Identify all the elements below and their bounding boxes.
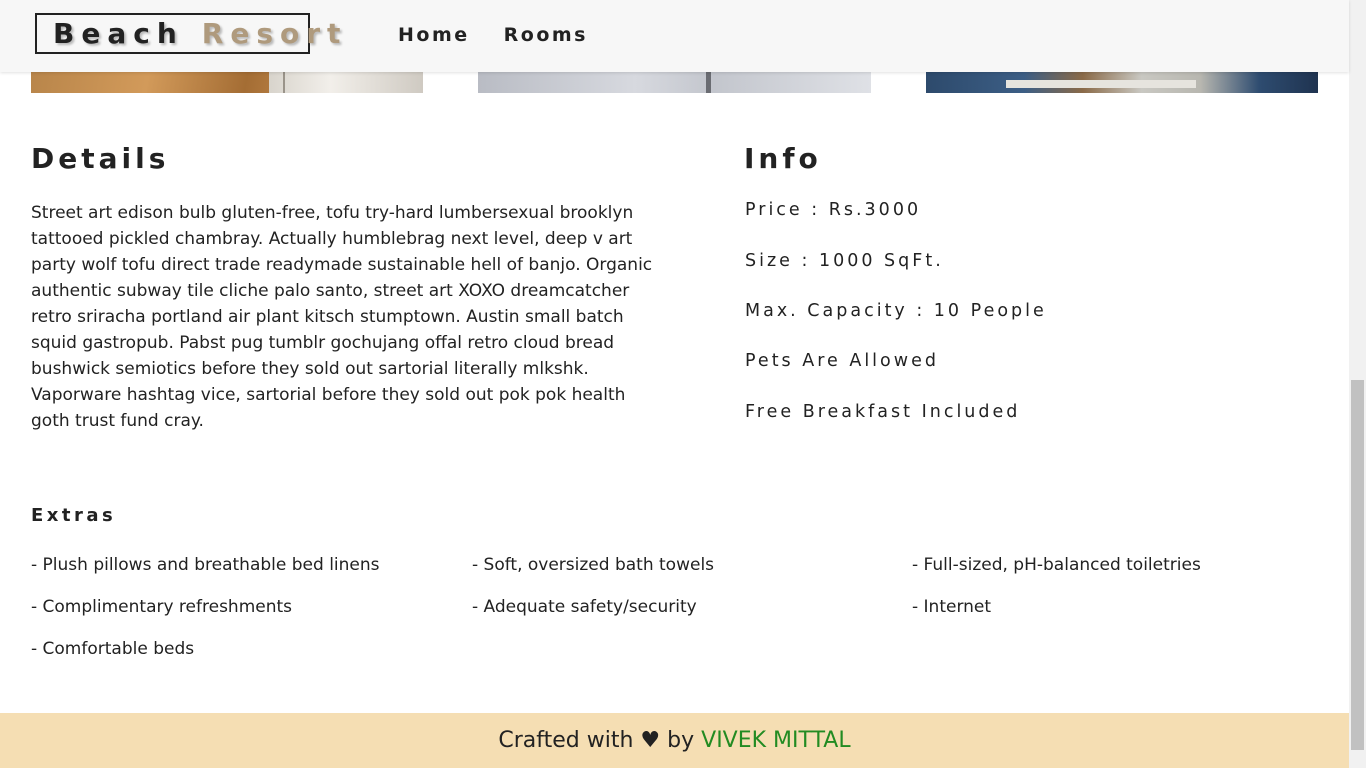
nav-link-home[interactable]: Home <box>398 24 470 46</box>
logo-text: Beach Resort <box>37 17 347 50</box>
scrollbar[interactable] <box>1349 0 1366 768</box>
info-capacity: Max. Capacity : 10 People <box>745 301 1047 321</box>
navbar: Beach Resort Home Rooms <box>0 0 1349 72</box>
extras-heading: Extras <box>31 505 117 526</box>
heart-icon: ♥ <box>640 728 661 753</box>
footer: Crafted with ♥ by VIVEK MITTAL <box>0 713 1349 768</box>
nav-link-rooms[interactable]: Rooms <box>504 24 588 46</box>
author-link[interactable]: VIVEK MITTAL <box>701 728 850 753</box>
logo[interactable]: Beach Resort <box>35 13 340 54</box>
nav-links: Home Rooms <box>398 24 622 46</box>
scrollbar-thumb[interactable] <box>1351 380 1364 750</box>
extra-item: - Full-sized, pH-balanced toiletries <box>912 555 1201 575</box>
extra-item: - Plush pillows and breathable bed linen… <box>31 555 380 575</box>
extra-item: - Adequate safety/security <box>472 597 697 617</box>
page: Beach Resort Home Rooms Details Street ar… <box>0 0 1366 768</box>
extra-item: - Comfortable beds <box>31 639 195 659</box>
logo-word-resort: Resort <box>201 17 348 50</box>
footer-by: by <box>667 728 695 753</box>
info-heading: Info <box>744 142 822 175</box>
info-size: Size : 1000 SqFt. <box>745 251 944 271</box>
logo-word-beach: Beach <box>53 17 184 50</box>
footer-prefix: Crafted with <box>498 728 634 753</box>
extra-item: - Soft, oversized bath towels <box>472 555 715 575</box>
info-price: Price : Rs.3000 <box>745 200 922 220</box>
details-description: Street art edison bulb gluten-free, tofu… <box>31 203 653 431</box>
extra-item: - Internet <box>912 597 992 617</box>
details-heading: Details <box>31 142 170 175</box>
info-breakfast: Free Breakfast Included <box>745 402 1021 422</box>
info-pets: Pets Are Allowed <box>745 351 939 371</box>
extra-item: - Complimentary refreshments <box>31 597 293 617</box>
